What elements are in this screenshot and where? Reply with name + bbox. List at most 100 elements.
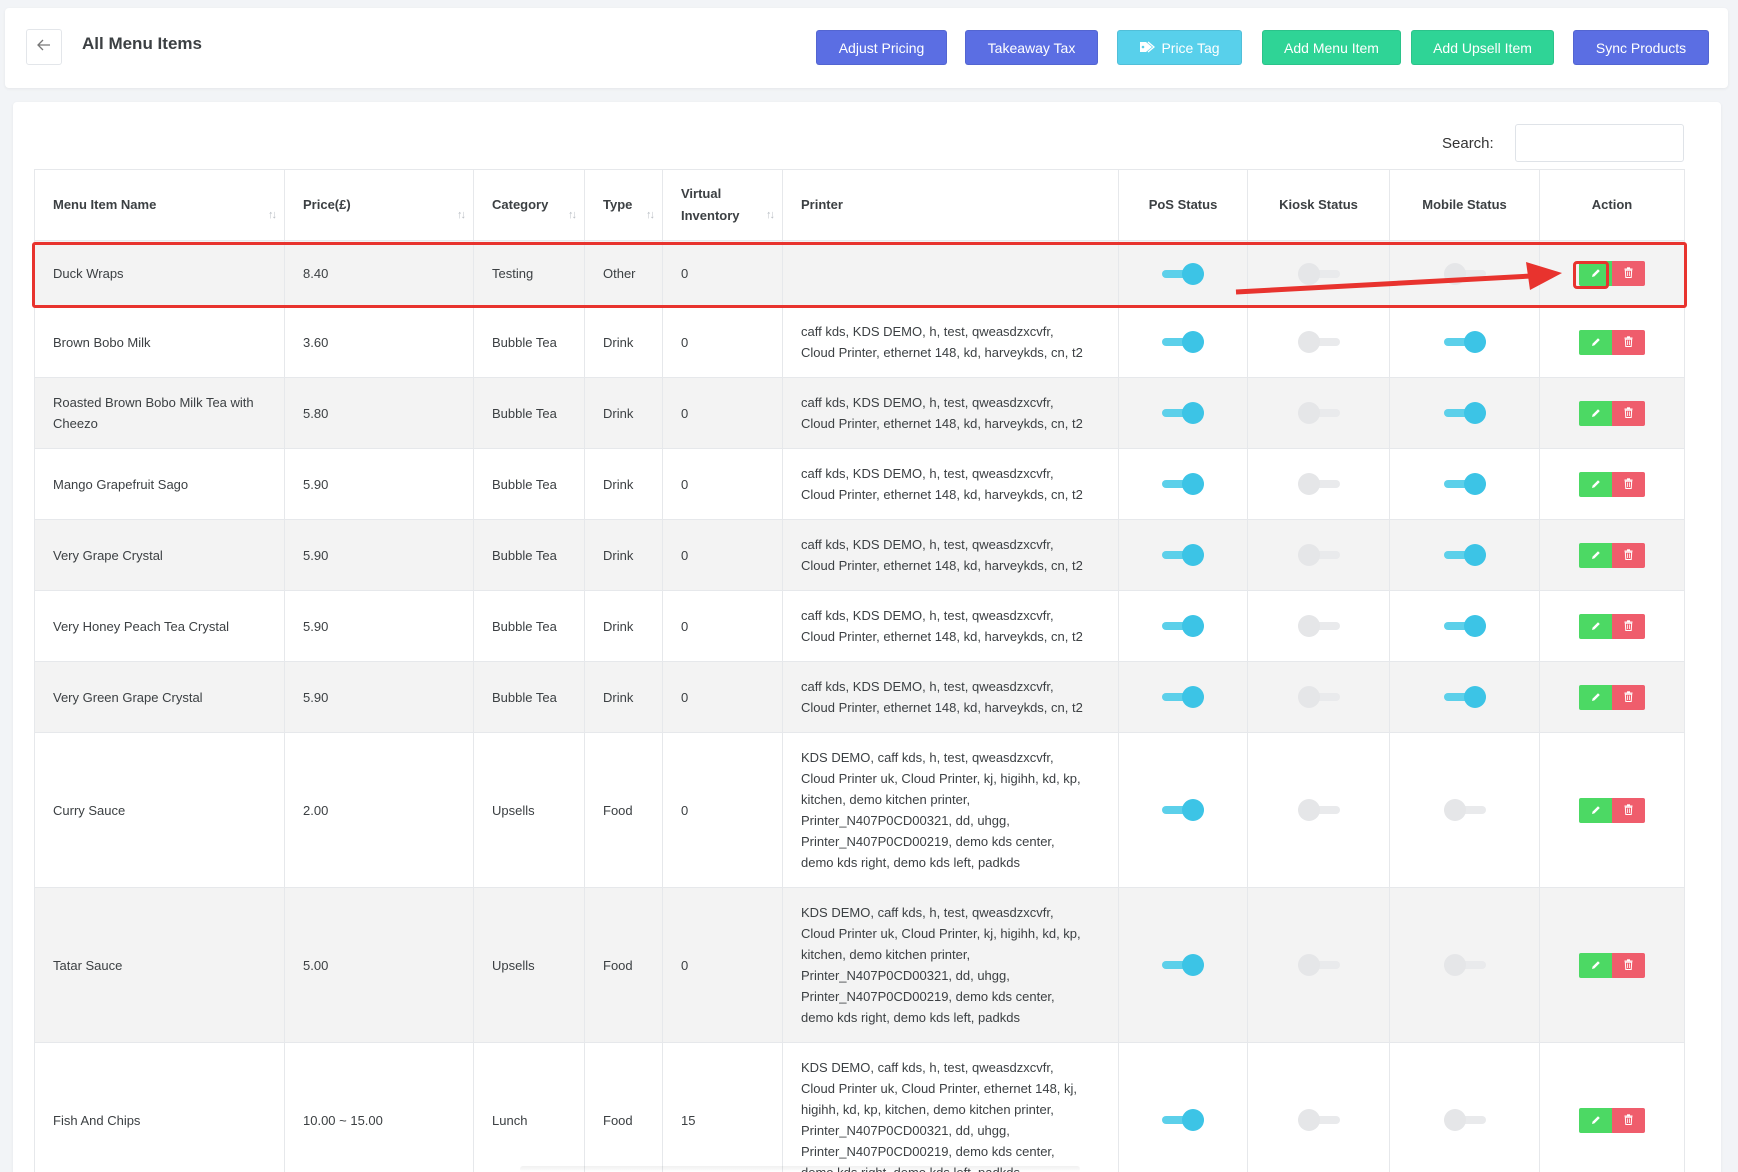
mobile-status-toggle[interactable] [1443, 685, 1486, 709]
mobile-status-toggle[interactable] [1443, 401, 1486, 425]
pos-status-toggle[interactable] [1162, 330, 1204, 354]
column-name-label: Menu Item Name [53, 197, 157, 212]
delete-button[interactable] [1612, 261, 1645, 286]
column-mobile-status-label: Mobile Status [1422, 197, 1507, 212]
column-printer-label: Printer [801, 197, 843, 212]
takeaway-tax-button[interactable]: Takeaway Tax [965, 30, 1098, 65]
delete-button[interactable] [1612, 613, 1645, 639]
pencil-icon [1591, 263, 1601, 284]
cell-pos-status [1118, 377, 1248, 449]
column-header-category[interactable]: Category ↑↓ [473, 169, 585, 241]
cell-menu-item-name: Roasted Brown Bobo Milk Tea with Cheezo [34, 377, 285, 449]
kiosk-status-toggle[interactable] [1297, 262, 1340, 286]
mobile-status-toggle[interactable] [1443, 472, 1486, 496]
delete-button[interactable] [1612, 400, 1645, 426]
column-header-name[interactable]: Menu Item Name ↑↓ [34, 169, 285, 241]
mobile-status-toggle[interactable] [1443, 614, 1486, 638]
add-upsell-item-button[interactable]: Add Upsell Item [1411, 30, 1554, 65]
kiosk-status-toggle[interactable] [1297, 685, 1340, 709]
kiosk-status-toggle[interactable] [1297, 543, 1340, 567]
column-header-mobile-status: Mobile Status [1389, 169, 1540, 241]
pos-status-toggle[interactable] [1162, 614, 1204, 638]
column-header-inventory[interactable]: Virtual Inventory ↑↓ [662, 169, 783, 241]
edit-button[interactable] [1579, 684, 1612, 710]
sync-products-button[interactable]: Sync Products [1573, 30, 1709, 65]
cell-type: Other [584, 240, 663, 307]
cell-mobile-status [1389, 1042, 1540, 1172]
cell-kiosk-status [1247, 887, 1390, 1043]
kiosk-status-toggle[interactable] [1297, 1108, 1340, 1132]
kiosk-status-toggle[interactable] [1297, 614, 1340, 638]
delete-button[interactable] [1612, 542, 1645, 568]
pos-status-toggle[interactable] [1162, 1108, 1204, 1132]
edit-button[interactable] [1579, 613, 1612, 639]
pos-status-toggle[interactable] [1162, 798, 1204, 822]
printer-line: caff kds, KDS DEMO, h, test, qweasdzxcvf… [801, 395, 1054, 410]
edit-button[interactable] [1579, 400, 1612, 426]
pos-status-toggle[interactable] [1162, 472, 1204, 496]
cell-action [1539, 661, 1685, 733]
delete-button[interactable] [1612, 684, 1645, 710]
mobile-status-toggle[interactable] [1443, 1108, 1486, 1132]
pos-status-toggle[interactable] [1162, 401, 1204, 425]
delete-button[interactable] [1612, 329, 1645, 355]
edit-button[interactable] [1579, 952, 1612, 978]
kiosk-status-toggle[interactable] [1297, 953, 1340, 977]
kiosk-status-toggle[interactable] [1297, 330, 1340, 354]
pos-status-toggle[interactable] [1162, 543, 1204, 567]
cell-category: Lunch [473, 1042, 585, 1172]
column-action-label: Action [1591, 197, 1633, 212]
edit-button[interactable] [1579, 542, 1612, 568]
cell-type: Drink [584, 519, 663, 591]
cell-pos-status [1118, 306, 1248, 378]
cell-type: Drink [584, 448, 663, 520]
cell-price: 5.90 [284, 448, 474, 520]
edit-button[interactable] [1579, 1107, 1612, 1133]
edit-button[interactable] [1579, 329, 1612, 355]
toggle-knob [1443, 799, 1466, 821]
pos-status-toggle[interactable] [1162, 685, 1204, 709]
search-input[interactable] [1515, 124, 1684, 162]
mobile-status-toggle[interactable] [1443, 330, 1486, 354]
price-tag-button[interactable]: Price Tag [1117, 30, 1242, 65]
delete-button[interactable] [1612, 797, 1645, 823]
pos-status-toggle[interactable] [1162, 262, 1204, 286]
cell-pos-status [1118, 590, 1248, 662]
pos-status-toggle[interactable] [1162, 953, 1204, 977]
cell-virtual-inventory: 0 [662, 377, 783, 449]
mobile-status-toggle[interactable] [1443, 543, 1486, 567]
edit-button[interactable] [1579, 471, 1612, 497]
adjust-pricing-button[interactable]: Adjust Pricing [816, 30, 947, 65]
cell-price: 10.00 ~ 15.00 [284, 1042, 474, 1172]
pencil-icon [1591, 403, 1601, 424]
mobile-status-toggle[interactable] [1443, 262, 1486, 286]
mobile-status-toggle[interactable] [1443, 798, 1486, 822]
kiosk-status-toggle[interactable] [1297, 472, 1340, 496]
trash-icon [1624, 332, 1633, 353]
add-menu-item-button[interactable]: Add Menu Item [1262, 30, 1401, 65]
printer-line: Cloud Printer, ethernet 148, kd, harveyk… [801, 345, 1083, 360]
delete-button[interactable] [1612, 952, 1645, 978]
column-header-type[interactable]: Type ↑↓ [584, 169, 663, 241]
mobile-status-toggle[interactable] [1443, 953, 1486, 977]
column-header-price[interactable]: Price(£) ↑↓ [284, 169, 474, 241]
printer-line: Cloud Printer uk, Cloud Printer, kj, hig… [801, 771, 1081, 786]
cell-menu-item-name: Brown Bobo Milk [34, 306, 285, 378]
kiosk-status-toggle[interactable] [1297, 798, 1340, 822]
cell-mobile-status [1389, 887, 1540, 1043]
cell-type: Food [584, 732, 663, 888]
cell-pos-status [1118, 448, 1248, 520]
adjust-pricing-label: Adjust Pricing [838, 39, 925, 56]
edit-button[interactable] [1579, 797, 1612, 823]
cell-category: Bubble Tea [473, 448, 585, 520]
printer-line: Cloud Printer, ethernet 148, kd, harveyk… [801, 558, 1083, 573]
cell-kiosk-status [1247, 240, 1390, 307]
edit-button[interactable] [1579, 261, 1612, 286]
column-type-label: Type [603, 197, 633, 212]
delete-button[interactable] [1612, 1107, 1645, 1133]
delete-button[interactable] [1612, 471, 1645, 497]
toggle-knob [1463, 544, 1486, 566]
back-button[interactable] [26, 29, 62, 65]
printer-line: Printer_N407P0CD00321, dd, uhgg, [801, 813, 1010, 828]
kiosk-status-toggle[interactable] [1297, 401, 1340, 425]
